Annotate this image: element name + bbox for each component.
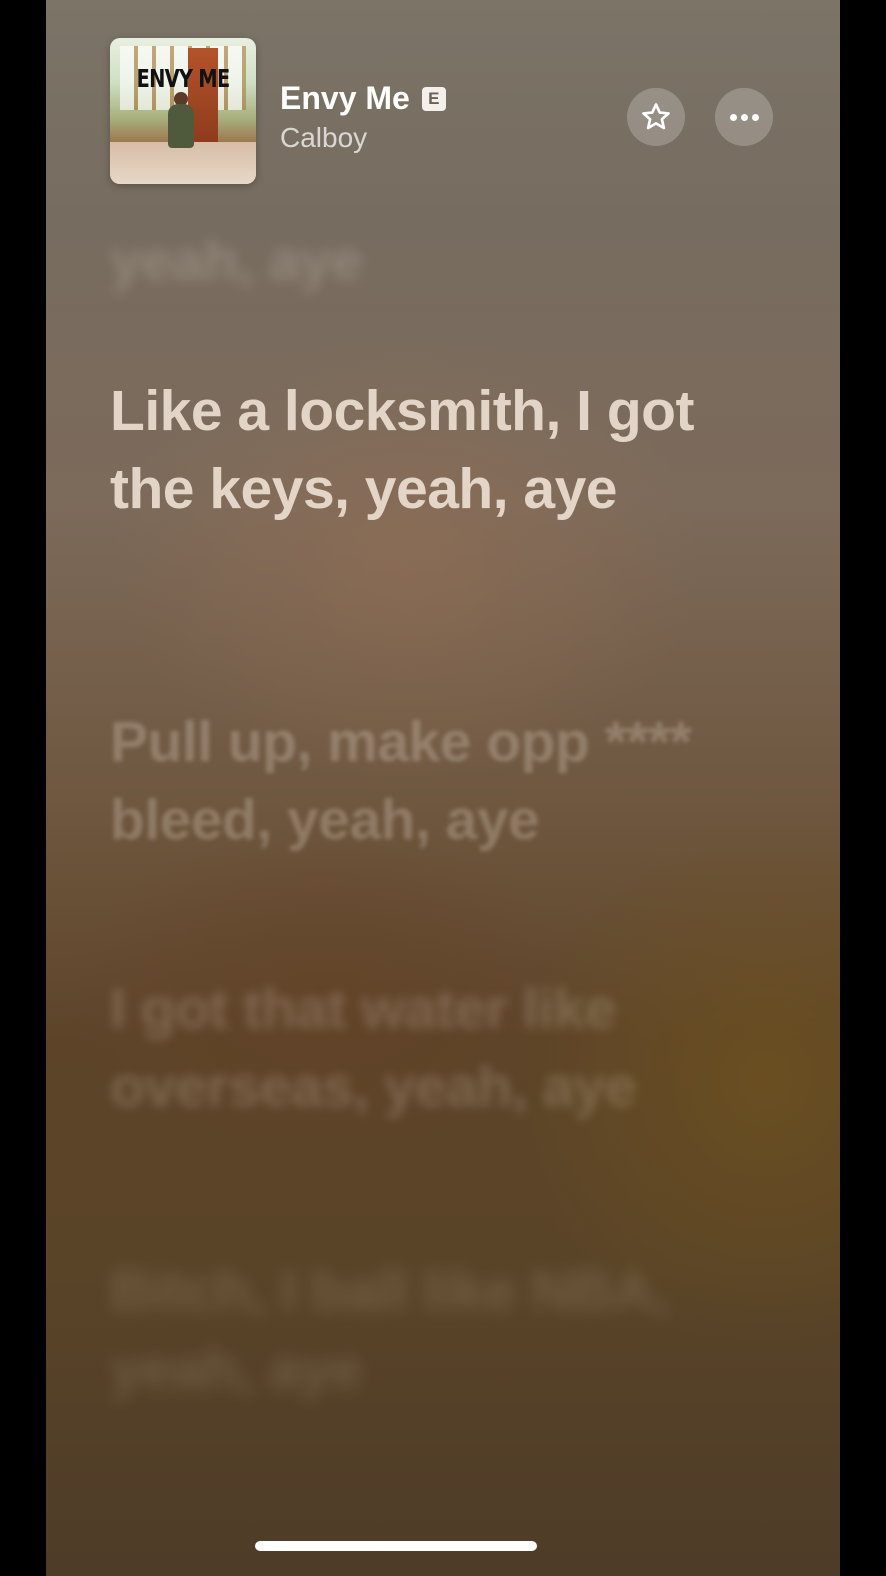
lyric-line-next[interactable]: Pull up, make opp **** bleed, yeah, aye (110, 703, 770, 859)
lyrics-screen: ENVY ME Envy Me E Calboy yeah, aye Like … (46, 0, 840, 1576)
artwork-ground (110, 142, 256, 184)
artwork-figure (168, 104, 194, 148)
star-icon (642, 103, 670, 130)
track-title-row[interactable]: Envy Me E (280, 80, 446, 117)
track-artist[interactable]: Calboy (280, 122, 367, 154)
lyric-line-next-3[interactable]: Bitch, I ball like NBA, yeah, aye (110, 1252, 770, 1408)
ellipsis-icon (729, 113, 759, 121)
lyric-line-previous[interactable]: yeah, aye (110, 222, 770, 300)
left-letterbox (0, 0, 46, 1576)
lyric-line-next-2[interactable]: I got that water like overseas, yeah, ay… (110, 970, 770, 1126)
right-letterbox (840, 0, 886, 1576)
artwork-album-text: ENVY ME (136, 64, 231, 93)
favorite-button[interactable] (627, 88, 685, 146)
album-artwork[interactable]: ENVY ME (110, 38, 256, 184)
lyric-line-current[interactable]: Like a locksmith, I got the keys, yeah, … (110, 372, 770, 528)
more-button[interactable] (715, 88, 773, 146)
explicit-badge: E (421, 86, 446, 111)
home-indicator[interactable] (255, 1541, 537, 1551)
track-title: Envy Me (280, 80, 410, 116)
